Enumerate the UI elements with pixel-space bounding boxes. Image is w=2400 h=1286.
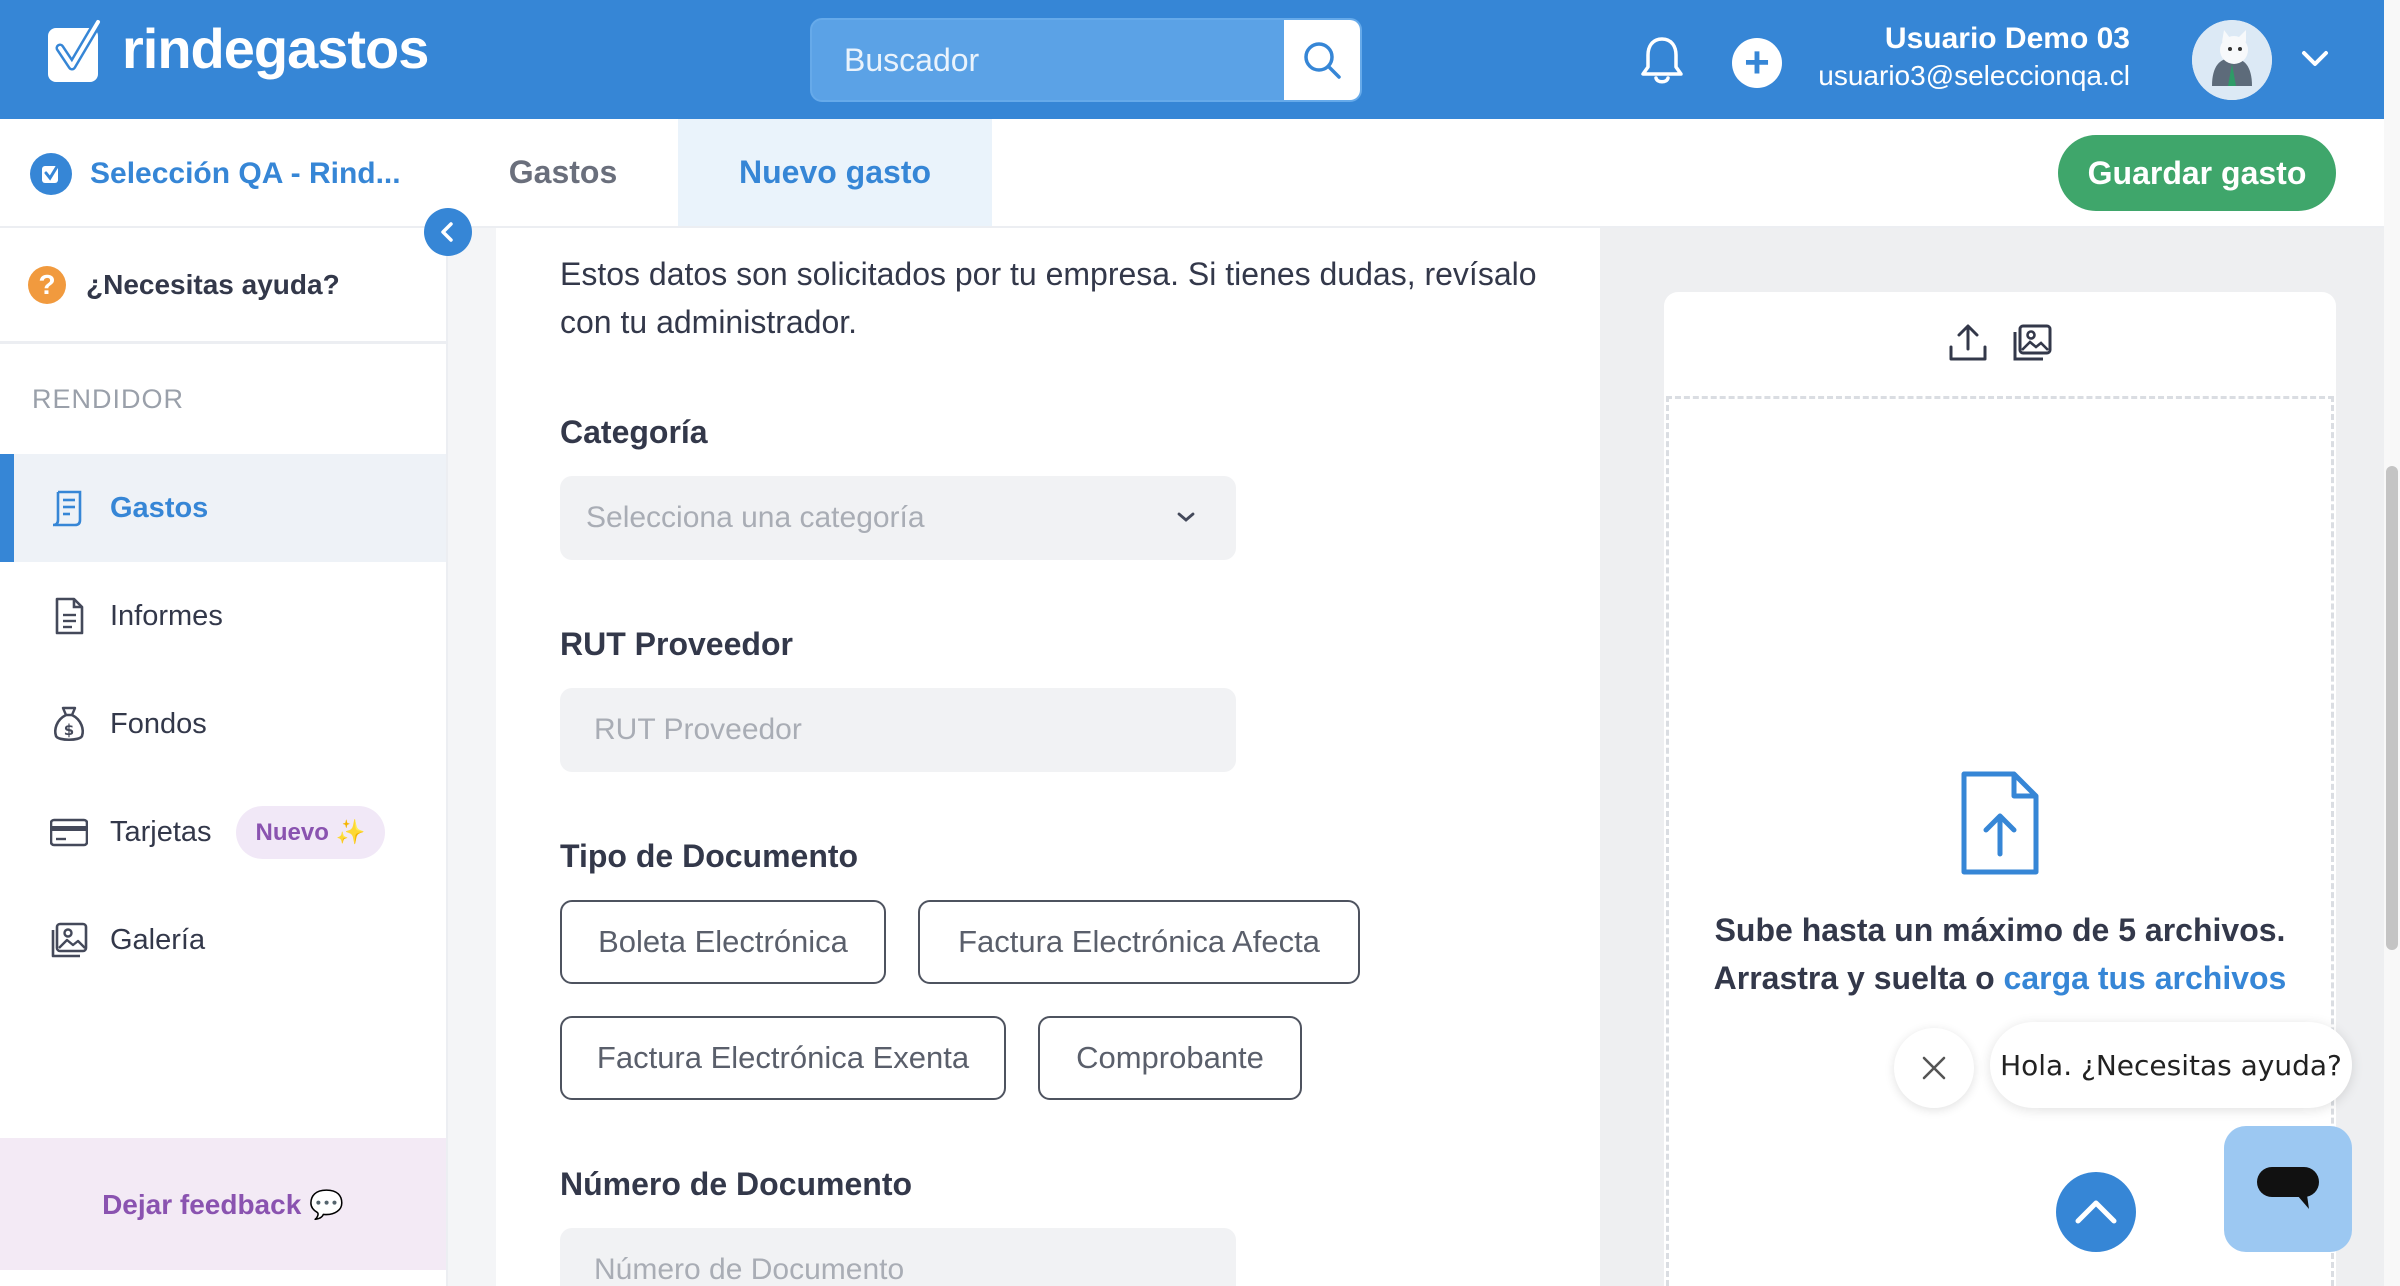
sidebar-item-label: Gastos	[110, 491, 209, 524]
sidebar-item-informes[interactable]: Informes	[0, 562, 446, 670]
sidebar-item-label: Galería	[110, 923, 206, 956]
help-link[interactable]: ? ¿Necesitas ayuda?	[0, 228, 446, 344]
search-input[interactable]	[812, 20, 1282, 100]
sidebar-item-label: Tarjetas	[110, 815, 212, 848]
doc-type-factura-exenta[interactable]: Factura Electrónica Exenta	[560, 1016, 1006, 1100]
numero-documento-input[interactable]	[560, 1228, 1236, 1286]
brand-name: rindegastos	[122, 16, 429, 80]
sub-header: Selección QA - Rind... Gastos Nuevo gast…	[0, 119, 2384, 228]
scroll-to-top-button[interactable]	[2056, 1172, 2136, 1252]
tipo-documento-label: Tipo de Documento	[560, 838, 859, 874]
upload-icon[interactable]	[1947, 323, 1989, 363]
sidebar-item-galeria[interactable]: Galería	[0, 886, 446, 994]
feedback-button[interactable]: Dejar feedback 💬	[0, 1138, 446, 1270]
svg-text:$: $	[64, 721, 74, 739]
sidebar-item-fondos[interactable]: $ Fondos	[0, 670, 446, 778]
upload-line-2-prefix: Arrastra y suelta o	[1713, 960, 2004, 996]
brand-logo[interactable]: rindegastos	[46, 16, 429, 84]
doc-type-boleta-electronica[interactable]: Boleta Electrónica	[560, 900, 886, 984]
tab-gastos[interactable]: Gastos	[460, 119, 666, 226]
bell-icon[interactable]	[1638, 34, 1686, 86]
doc-type-factura-afecta[interactable]: Factura Electrónica Afecta	[918, 900, 1360, 984]
chat-button[interactable]	[2224, 1126, 2352, 1252]
upload-line-1: Sube hasta un máximo de 5 archivos.	[1714, 912, 2286, 948]
add-button[interactable]: +	[1732, 38, 1782, 88]
rut-label: RUT Proveedor	[560, 626, 793, 662]
chat-icon	[2257, 1167, 2319, 1209]
scrollbar-thumb[interactable]	[2386, 466, 2398, 950]
collapse-sidebar-button[interactable]	[424, 208, 472, 256]
upload-toolbar	[1664, 292, 2336, 394]
rut-input[interactable]	[560, 688, 1236, 772]
new-badge: Nuevo ✨	[235, 805, 386, 859]
chevron-up-icon	[2075, 1200, 2117, 1224]
user-name: Usuario Demo 03	[1884, 22, 2130, 55]
chevron-down-icon[interactable]	[2300, 46, 2330, 70]
user-email: usuario3@seleccionqa.cl	[1818, 60, 2130, 91]
search-icon	[1304, 42, 1341, 79]
file-upload-icon	[1961, 771, 2039, 875]
plus-icon: +	[1744, 38, 1770, 87]
close-icon	[1922, 1056, 1946, 1080]
chat-greeting[interactable]: Hola. ¿Necesitas ayuda?	[1990, 1022, 2352, 1108]
categoria-select[interactable]: Selecciona una categoría	[560, 476, 1236, 560]
gallery-icon[interactable]	[2011, 323, 2053, 363]
help-label: ¿Necesitas ayuda?	[86, 268, 340, 300]
top-bar: rindegastos + Usuario Demo 03 usuario3@s…	[0, 0, 2384, 119]
section-label: RENDIDOR	[32, 384, 185, 414]
sidebar-item-label: Fondos	[110, 707, 207, 740]
logo-check-icon	[48, 18, 103, 82]
doc-type-comprobante[interactable]: Comprobante	[1038, 1016, 1302, 1100]
feedback-label: Dejar feedback 💬	[102, 1188, 344, 1220]
gallery-icon	[51, 922, 88, 958]
save-expense-button[interactable]: Guardar gasto	[2058, 135, 2336, 211]
search-box	[810, 18, 1362, 102]
document-icon	[55, 597, 84, 635]
company-logo-icon	[30, 153, 72, 195]
receipt-icon	[52, 490, 82, 527]
categoria-placeholder: Selecciona una categoría	[586, 501, 925, 534]
cat-avatar-icon	[2192, 20, 2272, 100]
close-chat-button[interactable]	[1894, 1028, 1974, 1108]
numero-documento-label: Número de Documento	[560, 1166, 913, 1202]
categoria-label: Categoría	[560, 414, 708, 450]
chevron-left-icon	[441, 222, 453, 242]
sidebar-item-gastos[interactable]: Gastos	[0, 454, 446, 562]
credit-card-icon	[50, 818, 88, 847]
upload-instructions: Sube hasta un máximo de 5 archivos. Arra…	[1664, 906, 2336, 1002]
money-bag-icon: $	[54, 706, 84, 742]
sidebar-item-tarjetas[interactable]: Tarjetas Nuevo ✨	[0, 778, 446, 886]
company-name: Selección QA - Rind...	[90, 157, 401, 190]
upload-line-2: Arrastra y suelta o carga tus archivos	[1664, 954, 2336, 1002]
upload-files-link[interactable]: carga tus archivos	[2004, 960, 2287, 996]
form-intro: Estos datos son solicitados por tu empre…	[560, 256, 1537, 340]
tab-nuevo-gasto[interactable]: Nuevo gasto	[678, 119, 992, 226]
avatar[interactable]	[2192, 20, 2272, 100]
chevron-down-icon	[1177, 512, 1195, 522]
search-button[interactable]	[1284, 20, 1360, 100]
question-icon: ?	[28, 265, 66, 304]
sidebar: ? ¿Necesitas ayuda? RENDIDOR Gastos Info…	[0, 228, 448, 1286]
company-selector[interactable]: Selección QA - Rind...	[30, 153, 401, 195]
sidebar-item-label: Informes	[110, 599, 223, 632]
